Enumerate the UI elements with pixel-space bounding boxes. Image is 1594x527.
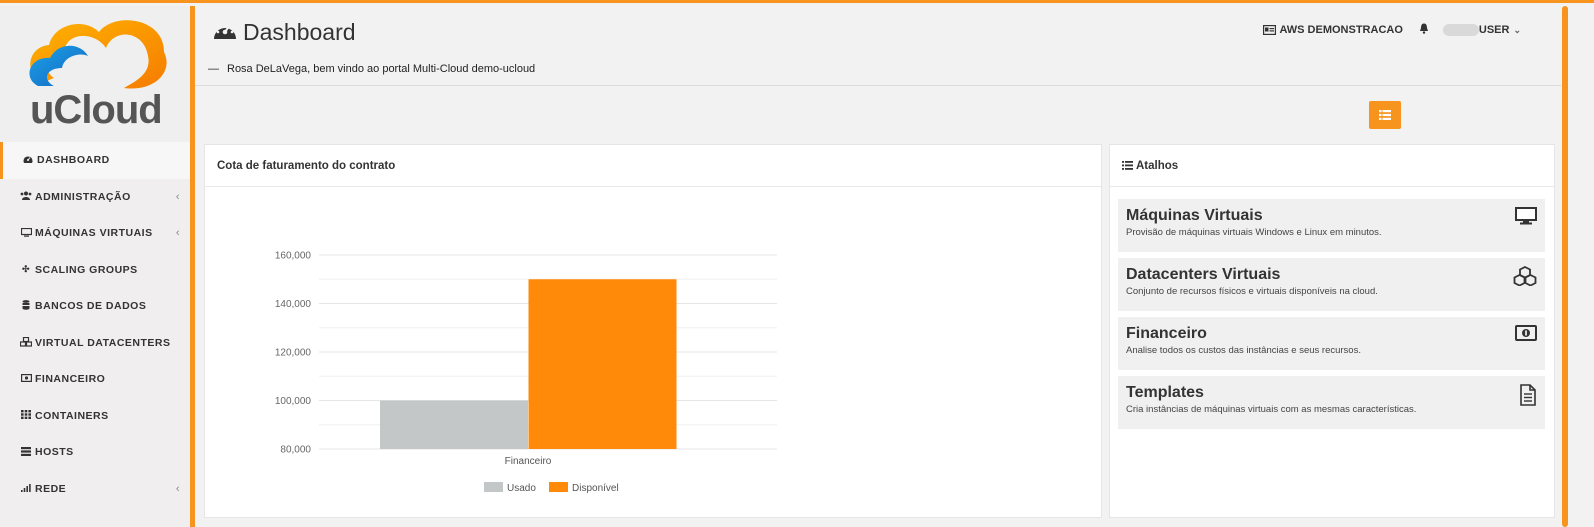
- money-icon: [1515, 325, 1537, 346]
- sidebar-item-label: VIRTUAL DATACENTERS: [35, 336, 171, 349]
- shortcuts-header: Atalhos: [1110, 145, 1554, 187]
- shortcuts-panel: Atalhos Máquinas Virtuais Provisão de má…: [1109, 144, 1555, 518]
- sidebar-item-label: ADMINISTRAÇÃO: [35, 190, 131, 203]
- shortcut-financeiro[interactable]: Financeiro Analise todos os custos das i…: [1118, 317, 1545, 370]
- sidebar-item-financeiro[interactable]: FINANCEIRO: [0, 361, 190, 398]
- sidebar-item-rede[interactable]: REDE ‹: [0, 471, 190, 508]
- shortcut-list: Máquinas Virtuais Provisão de máquinas v…: [1110, 187, 1554, 429]
- sidebar-item-dashboard[interactable]: DASHBOARD: [0, 142, 190, 179]
- sidebar-item-label: DASHBOARD: [37, 154, 110, 167]
- cloud-logo-icon: [29, 20, 167, 89]
- server-icon: [20, 446, 32, 458]
- sidebar-item-bancos-de-dados[interactable]: BANCOS DE DADOS: [0, 288, 190, 325]
- arrows-icon: ✣: [21, 264, 31, 275]
- id-card-icon: [1263, 25, 1277, 35]
- monitor-icon: [1515, 207, 1537, 230]
- y-tick-label: 160,000: [275, 251, 312, 262]
- legend-label: Usado: [507, 483, 536, 494]
- sidebar-item-label: CONTAINERS: [35, 409, 109, 422]
- page-header: Dashboard — Rosa DeLaVega, bem vindo ao p…: [195, 6, 1561, 86]
- sidebar-item-virtual-datacenters[interactable]: VIRTUAL DATACENTERS: [0, 325, 190, 362]
- monitor-icon: [20, 227, 32, 239]
- dashboard-icon: [213, 19, 237, 46]
- bell-icon[interactable]: [1419, 23, 1429, 37]
- y-tick-label: 80,000: [280, 445, 311, 456]
- bar-usado: [380, 400, 528, 449]
- sidebar-item-administracao[interactable]: ADMINISTRAÇÃO ‹: [0, 179, 190, 216]
- shortcut-desc: Provisão de máquinas virtuais Windows e …: [1126, 227, 1382, 238]
- top-accent-bar: [0, 0, 1594, 3]
- page-title-text: Dashboard: [243, 19, 356, 45]
- bar-disponível: [528, 279, 677, 449]
- legend-label: Disponível: [572, 483, 619, 494]
- shortcuts-title: Atalhos: [1136, 159, 1179, 172]
- welcome-text: Rosa DeLaVega, bem vindo ao portal Multi…: [227, 63, 536, 75]
- chevron-down-icon: ⌄: [1513, 24, 1521, 35]
- money-icon: [20, 374, 32, 384]
- list-icon: [1122, 161, 1133, 170]
- cubes-icon: [1513, 265, 1537, 291]
- billing-quota-panel: Cota de faturamento do contrato 80,000 10…: [204, 144, 1102, 518]
- y-tick-label: 140,000: [275, 299, 312, 310]
- sidebar-nav: DASHBOARD ADMINISTRAÇÃO ‹ MÁQUINAS VIRTU…: [0, 142, 190, 507]
- chevron-left-icon: ‹: [175, 227, 180, 239]
- sidebar-item-label: HOSTS: [35, 446, 74, 459]
- shortcut-desc: Cria instâncias de máquinas virtuais com…: [1126, 404, 1417, 415]
- user-avatar-blurred: [1442, 24, 1479, 36]
- dashboard-icon: [22, 155, 34, 166]
- sidebar-item-containers[interactable]: CONTAINERS: [0, 398, 190, 435]
- grid-icon: [20, 410, 32, 421]
- sidebar-item-label: MÁQUINAS VIRTUAIS: [35, 227, 153, 240]
- user-name: USER: [1478, 24, 1510, 36]
- legend-swatch: [484, 482, 503, 492]
- chevron-left-icon: ‹: [175, 482, 180, 495]
- top-right-controls: AWS DEMONSTRACAO USER ⌄: [1263, 23, 1521, 37]
- list-icon: [1379, 110, 1391, 120]
- shortcut-title: Financeiro: [1126, 325, 1207, 342]
- shortcut-desc: Conjunto de recursos físicos e virtuais …: [1126, 286, 1378, 297]
- dash-glyph: —: [208, 63, 219, 75]
- y-tick-label: 120,000: [275, 348, 312, 359]
- sidebar-item-hosts[interactable]: HOSTS: [0, 434, 190, 471]
- cubes-icon: [19, 336, 33, 349]
- account-name: AWS DEMONSTRACAO: [1279, 24, 1403, 36]
- document-icon: [1519, 384, 1537, 411]
- panel-title: Cota de faturamento do contrato: [205, 145, 1101, 187]
- sidebar-item-label: SCALING GROUPS: [35, 263, 138, 276]
- signal-icon: [20, 483, 32, 494]
- layout-toggle-button[interactable]: [1369, 101, 1401, 129]
- y-tick-label: 100,000: [275, 396, 312, 407]
- page-scrollbar[interactable]: [1562, 6, 1568, 527]
- legend-swatch: [549, 482, 568, 492]
- sidebar-item-maquinas-virtuais[interactable]: MÁQUINAS VIRTUAIS ‹: [0, 215, 190, 252]
- database-icon: [20, 300, 32, 312]
- shortcut-title: Máquinas Virtuais: [1126, 207, 1263, 224]
- sidebar: uCloud DASHBOARD ADMINISTRAÇÃO ‹ MÁQUINA…: [0, 6, 190, 527]
- chevron-left-icon: ‹: [175, 190, 180, 203]
- user-menu[interactable]: USER ⌄: [1442, 24, 1521, 36]
- shortcut-maquinas-virtuais[interactable]: Máquinas Virtuais Provisão de máquinas v…: [1118, 199, 1545, 252]
- welcome-message: — Rosa DeLaVega, bem vindo ao portal Mult…: [208, 63, 535, 75]
- x-category-label: Financeiro: [505, 456, 552, 467]
- shortcut-desc: Analise todos os custos das instâncias e…: [1126, 345, 1361, 356]
- sidebar-item-label: FINANCEIRO: [35, 373, 106, 386]
- shortcut-datacenters-virtuais[interactable]: Datacenters Virtuais Conjunto de recurso…: [1118, 258, 1545, 311]
- sidebar-item-scaling-groups[interactable]: ✣ SCALING GROUPS: [0, 252, 190, 289]
- sidebar-item-label: BANCOS DE DADOS: [35, 300, 147, 313]
- shortcut-templates[interactable]: Templates Cria instâncias de máquinas vi…: [1118, 376, 1545, 429]
- logo[interactable]: uCloud: [0, 6, 190, 142]
- sidebar-item-label: REDE: [35, 482, 67, 495]
- page-title: Dashboard: [213, 19, 356, 46]
- billing-quota-chart: 80,000 100,000 120,000 140,000 160,000 Financ…: [275, 251, 777, 494]
- users-icon: [20, 191, 32, 202]
- logo-text: uCloud: [30, 88, 163, 132]
- shortcut-title: Templates: [1126, 384, 1204, 401]
- account-selector[interactable]: AWS DEMONSTRACAO: [1263, 24, 1403, 36]
- shortcut-title: Datacenters Virtuais: [1126, 266, 1281, 283]
